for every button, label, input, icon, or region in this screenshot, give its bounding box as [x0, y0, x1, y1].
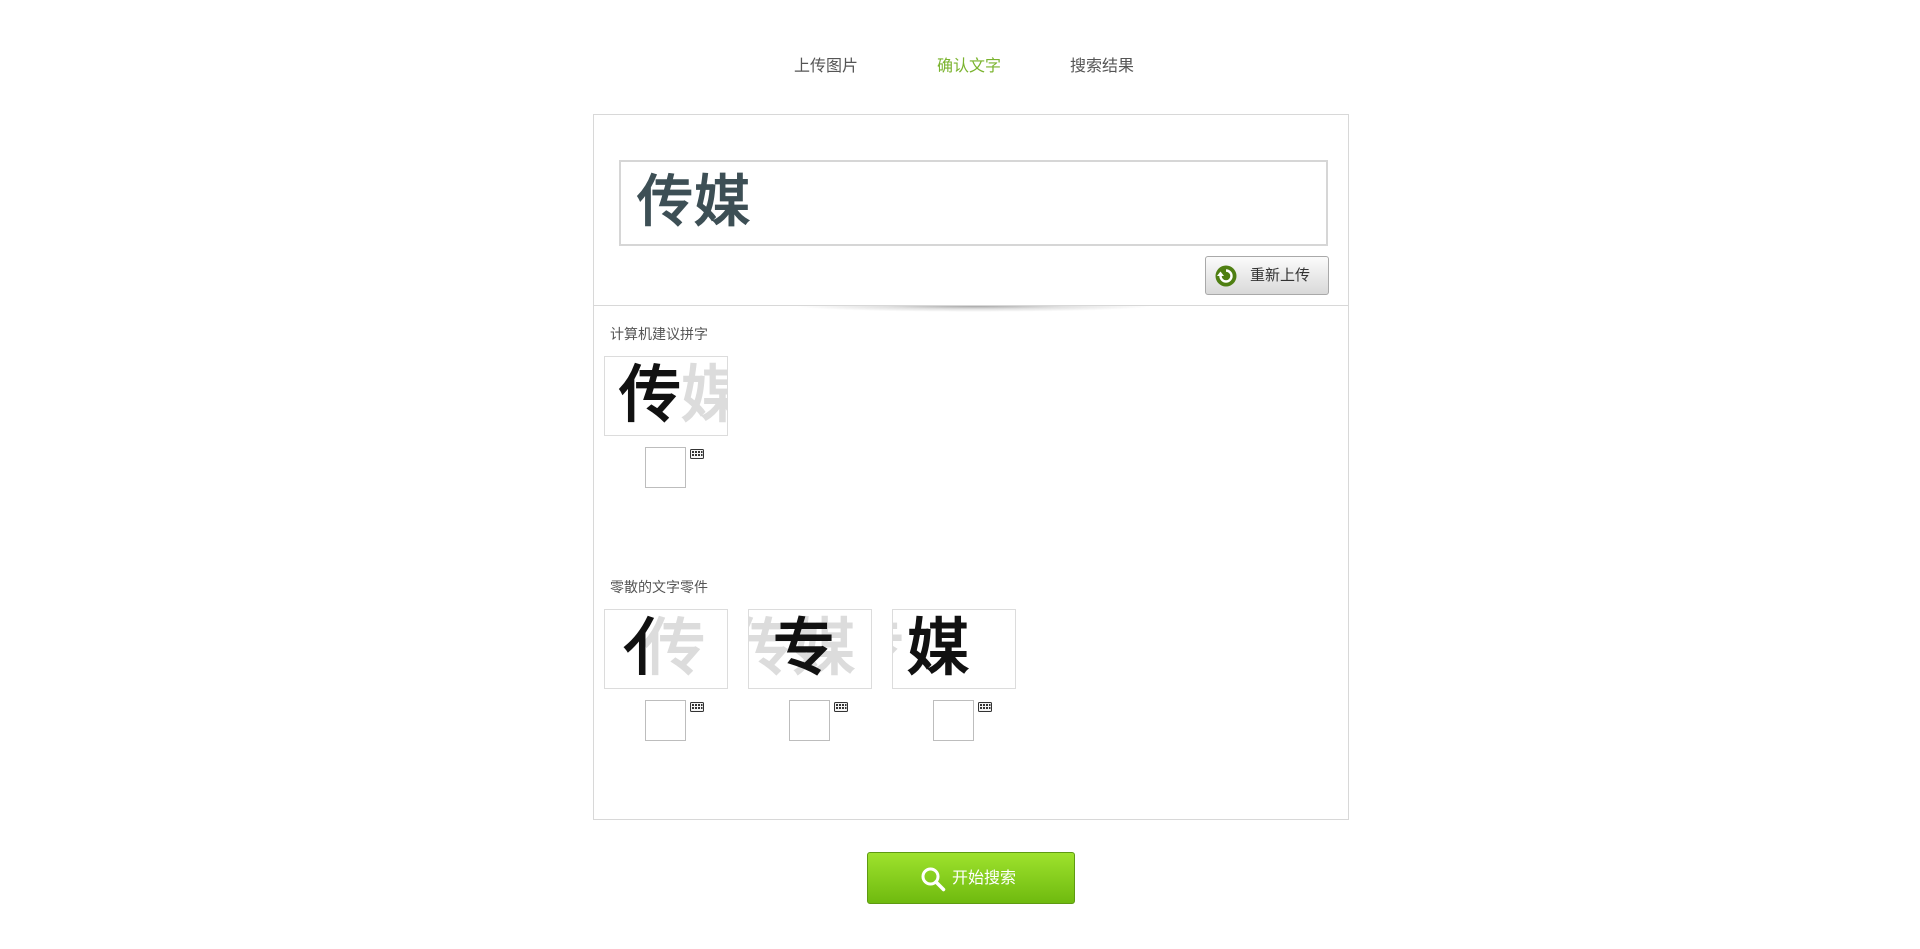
- keyboard-icon[interactable]: [690, 449, 704, 459]
- keyboard-icon[interactable]: [690, 702, 704, 712]
- search-icon: [921, 867, 946, 892]
- step-confirm-text[interactable]: 确认文字: [937, 52, 1001, 80]
- keyboard-icon[interactable]: [978, 702, 992, 712]
- suggested-candidate: 媒 传: [604, 356, 728, 488]
- char-input[interactable]: [645, 700, 686, 741]
- part-candidate: 专 媒: [892, 609, 1016, 741]
- recognized-text: 传媒: [637, 170, 751, 235]
- suggested-section-title: 计算机建议拼字: [610, 327, 708, 343]
- part-glyph: 专: [773, 611, 836, 684]
- char-input[interactable]: [645, 447, 686, 488]
- parts-section-title: 零散的文字零件: [610, 580, 708, 596]
- keyboard-icon[interactable]: [834, 702, 848, 712]
- part-candidate: 传媒 专: [748, 609, 872, 741]
- reupload-button[interactable]: 重新上传: [1205, 256, 1329, 295]
- step-upload-image[interactable]: 上传图片: [794, 52, 858, 80]
- confirm-text-panel: 传媒 重新上传 计算机建议拼字 媒 传 零散的文字零件: [593, 114, 1349, 820]
- part-thumbnail[interactable]: 专 媒: [892, 609, 1016, 689]
- char-input[interactable]: [933, 700, 974, 741]
- divider-shadow: [794, 306, 1154, 312]
- candidate-glyph: 传: [619, 358, 682, 431]
- part-glyph: 媒: [907, 611, 970, 684]
- part-candidate: 传 亻: [604, 609, 728, 741]
- start-search-label: 开始搜索: [952, 868, 1017, 887]
- recognized-text-box: 传媒: [619, 160, 1328, 246]
- part-thumbnail[interactable]: 传 亻: [604, 609, 728, 689]
- step-search-results[interactable]: 搜索结果: [1070, 52, 1134, 80]
- part-glyph: 亻: [623, 611, 686, 684]
- start-search-button[interactable]: 开始搜索: [867, 852, 1075, 904]
- char-input[interactable]: [789, 700, 830, 741]
- step-navigation: 上传图片 确认文字 搜索结果: [0, 52, 1920, 80]
- refresh-icon: [1215, 265, 1237, 287]
- candidate-glyph-faint: 媒: [681, 359, 727, 431]
- reupload-label: 重新上传: [1250, 266, 1311, 284]
- candidate-thumbnail[interactable]: 媒 传: [604, 356, 728, 436]
- part-glyph-faint: 专: [893, 612, 905, 684]
- part-thumbnail[interactable]: 传媒 专: [748, 609, 872, 689]
